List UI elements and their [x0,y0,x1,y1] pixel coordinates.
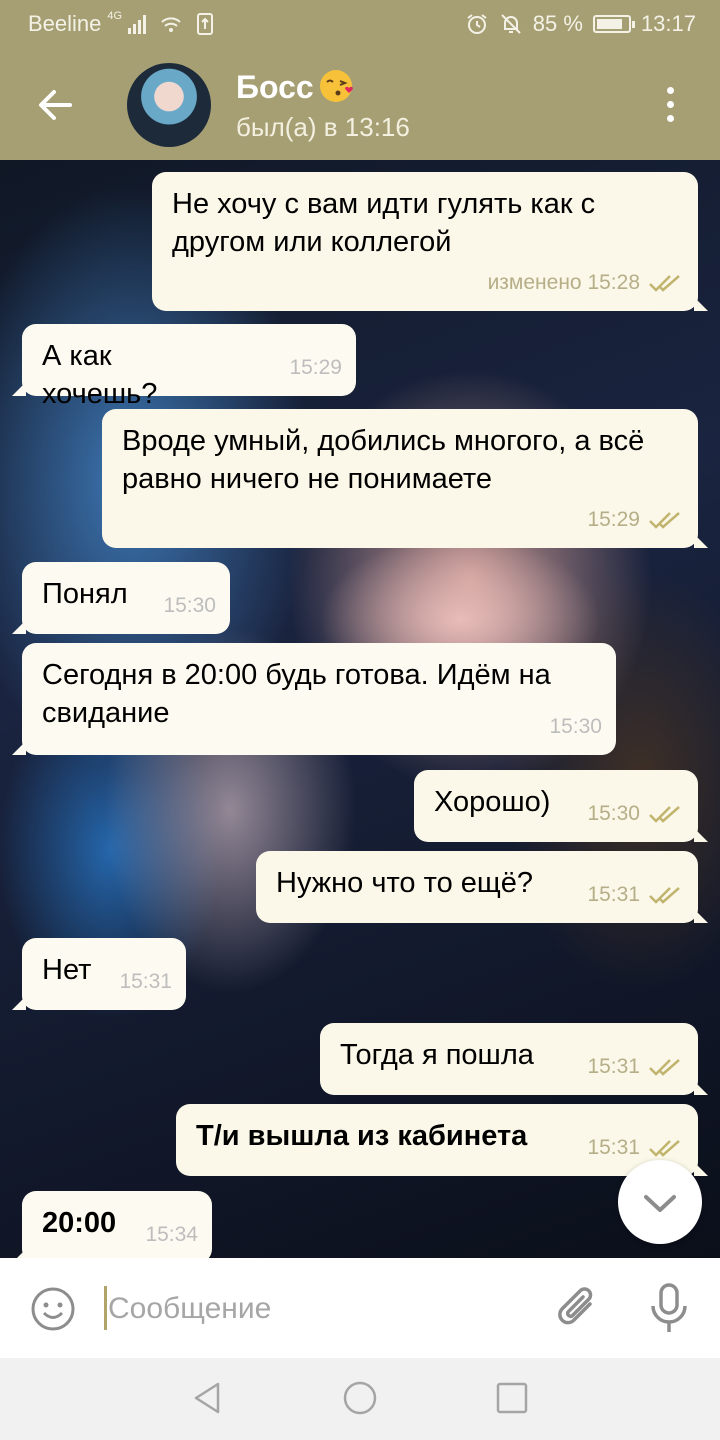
wifi-icon [161,17,181,32]
message-input[interactable] [108,1282,528,1336]
message-time: 15:29 [289,356,342,379]
message-meta: 15:34 [145,1216,198,1254]
message-meta: 15:31 [587,876,682,914]
double-check-icon [649,512,680,529]
message-time: изменено 15:28 [487,271,640,294]
chat-header: Босс был(а) в 13:16 [0,48,720,160]
signal-icon [128,14,147,34]
status-bar-left: Beeline 4G [28,11,214,37]
message-time: 15:31 [587,1055,640,1078]
message-meta: 15:30 [587,795,682,833]
emoji-icon[interactable] [30,1286,76,1332]
alarm-icon [467,14,487,34]
avatar[interactable] [127,63,211,147]
message-time: 15:30 [587,802,640,825]
incoming-message[interactable]: Сегодня в 20:00 будь готова. Идём на сви… [12,643,616,755]
double-check-icon [649,1140,680,1157]
chevron-down-icon [644,1195,676,1212]
last-seen-status: был(а) в 13:16 [236,112,410,142]
outgoing-message[interactable]: Нужно что то ещё? 15:31 [256,851,708,923]
message-text: Тогда я пошла [340,1039,534,1071]
double-check-icon [649,806,680,823]
back-arrow-icon[interactable] [30,80,80,130]
nav-recents-icon[interactable] [494,1380,530,1416]
outgoing-message[interactable]: Вроде умный, добились многого, а всё рав… [102,409,708,548]
chat-area[interactable]: Не хочу с вам идти гулять как с другом и… [0,160,720,1258]
scroll-down-button[interactable] [618,1160,702,1244]
double-check-icon [649,887,680,904]
message-meta: 15:29 [289,349,342,387]
message-meta: 15:31 [119,963,172,1001]
message-text: Т/и вышла из кабинета [196,1120,528,1152]
network-type: 4G [107,10,123,22]
nav-home-icon[interactable] [342,1380,378,1416]
message-composer [0,1258,720,1358]
chat-title[interactable]: Босс [236,68,356,106]
double-check-icon [649,1059,680,1076]
usb-icon [197,13,214,35]
message-text: Нет [42,954,92,986]
message-meta: изменено 15:28 [488,264,682,302]
double-check-icon [649,275,680,292]
text-caret [104,1286,107,1330]
message-text: А как хочешь? [42,340,158,410]
message-meta: 15:30 [549,708,602,746]
status-bar-right: 85 % 13:17 [465,11,696,37]
message-time: 15:31 [587,883,640,906]
bell-off-icon [501,14,521,34]
message-text: Сегодня в 20:00 будь готова. Идём на сви… [42,659,551,729]
carrier-name: Beeline [28,11,102,36]
nav-back-icon[interactable] [190,1380,226,1416]
message-text: Вроде умный, добились многого, а всё рав… [122,425,645,495]
incoming-message[interactable]: Понял 15:30 [12,562,230,634]
message-time: 15:31 [119,970,172,993]
message-meta: 15:31 [587,1048,682,1086]
outgoing-message[interactable]: Тогда я пошла 15:31 [320,1023,708,1095]
outgoing-message[interactable]: Хорошо) 15:30 [414,770,708,842]
paperclip-icon[interactable] [554,1282,602,1334]
outgoing-message[interactable]: Не хочу с вам идти гулять как с другом и… [152,172,708,311]
message-meta: 15:30 [163,587,216,625]
message-time: 15:34 [145,1223,198,1246]
clock: 13:17 [640,11,696,36]
battery-icon [592,15,635,33]
message-text: Хорошо) [434,786,551,818]
status-bar: Beeline 4G 85 % 13:17 [0,0,720,48]
incoming-message[interactable]: Нет 15:31 [12,938,186,1010]
system-nav-bar [0,1358,720,1440]
kissing-face-icon [319,70,353,102]
message-text: Не хочу с вам идти гулять как с другом и… [172,188,596,258]
more-options-icon[interactable] [656,84,686,124]
microphone-icon[interactable] [646,1282,692,1336]
message-text: Нужно что то ещё? [276,867,534,899]
message-time: 15:29 [587,508,640,531]
battery-percent: 85 % [532,11,583,36]
message-text: 20:00 [42,1207,117,1239]
message-meta: 15:29 [587,501,682,539]
message-time: 15:30 [549,715,602,738]
incoming-message[interactable]: 20:00 15:34 [12,1191,212,1258]
message-text: Понял [42,578,128,610]
incoming-message[interactable]: А как хочешь? 15:29 [12,324,356,410]
message-time: 15:30 [163,594,216,617]
contact-name: Босс [236,69,314,105]
